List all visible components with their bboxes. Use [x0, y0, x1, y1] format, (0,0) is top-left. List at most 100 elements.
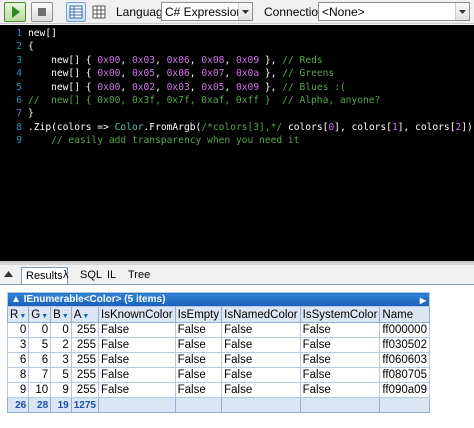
total-cell — [98, 397, 176, 413]
table-cell: False — [221, 367, 301, 383]
table-cell: 10 — [28, 382, 52, 398]
code-line: new[] { 0x00, 0x02, 0x03, 0x05, 0x09 }, … — [28, 81, 346, 93]
table-cell: False — [98, 367, 176, 383]
column-header[interactable]: G▼ — [28, 306, 52, 323]
table-cell: False — [299, 337, 381, 353]
toolbar: Language C# Expression Connection <None> — [0, 0, 474, 24]
table-row: 3 5 2 255 False False False False ff0305… — [6, 337, 430, 353]
tab-tree[interactable]: Tree — [124, 267, 154, 284]
chevron-down-icon — [238, 3, 252, 20]
column-header[interactable]: Name — [379, 306, 430, 323]
column-header[interactable]: R▼ — [6, 306, 30, 323]
table-cell: 8 — [6, 367, 30, 383]
table-cell: False — [221, 382, 301, 398]
line-number: 3 — [16, 54, 22, 66]
table-cell: 9 — [50, 382, 72, 398]
line-number: 4 — [16, 68, 22, 80]
results-panel: ▲ IEnumerable<Color> (5 items) ▶ R▼ G▼ B… — [0, 284, 474, 428]
table-row: 9 10 9 255 False False False False ff090… — [6, 382, 430, 398]
table-row: 0 0 0 255 False False False False ff0000… — [6, 322, 430, 338]
column-header[interactable]: IsEmpty — [174, 306, 223, 323]
code-line: } — [28, 108, 34, 120]
table-cell: False — [174, 322, 223, 338]
totals-row: 26 28 19 1275 — [6, 397, 430, 413]
table-cell: False — [98, 322, 176, 338]
language-select-value: C# Expression — [165, 5, 244, 19]
line-number: 5 — [16, 81, 22, 93]
code-editor[interactable]: 1 2 3 4 5 6 7 8 9 new[] { new[] { 0x00, … — [0, 25, 474, 261]
table-cell: 255 — [70, 367, 100, 383]
tab-lambda[interactable]: λ — [59, 267, 73, 284]
sort-icon: ▼ — [19, 312, 27, 320]
collapse-icon[interactable]: ▲ — [11, 294, 24, 305]
code-text[interactable]: new[] { new[] { 0x00, 0x03, 0x06, 0x08, … — [28, 27, 474, 148]
table-cell: 3 — [6, 337, 30, 353]
connection-label: Connection — [264, 5, 325, 19]
table-cell: False — [98, 382, 176, 398]
run-button[interactable] — [4, 2, 26, 22]
table-row: 6 6 3 255 False False False False ff0606… — [6, 352, 430, 368]
table-cell: 0 — [28, 322, 52, 338]
data-grid-view-button[interactable] — [89, 2, 109, 22]
table-cell: False — [98, 352, 176, 368]
expand-right-icon[interactable]: ▶ — [420, 294, 426, 307]
table-cell: 255 — [70, 337, 100, 353]
column-header[interactable]: B▼ — [50, 306, 72, 323]
connection-select-value: <None> — [322, 5, 365, 19]
total-cell: 28 — [28, 397, 52, 413]
sort-icon: ▼ — [61, 312, 69, 320]
table-cell: False — [174, 352, 223, 368]
total-cell — [174, 397, 223, 413]
table-cell: 2 — [50, 337, 72, 353]
code-line: .Zip(colors => Color.FromArgb(/*colors[3… — [28, 121, 474, 133]
code-line: new[] — [28, 28, 57, 39]
column-header[interactable]: IsSystemColor — [299, 306, 381, 323]
expand-arrow-icon[interactable] — [4, 271, 13, 279]
table-cell: 6 — [28, 352, 52, 368]
code-line: new[] { 0x00, 0x03, 0x06, 0x08, 0x09 }, … — [28, 54, 323, 66]
table-cell: 5 — [28, 337, 52, 353]
column-header[interactable]: A▼ — [70, 306, 100, 323]
language-select[interactable]: C# Expression — [161, 2, 253, 21]
table-cell: False — [299, 322, 381, 338]
data-grid-icon — [92, 5, 106, 19]
tab-sql[interactable]: SQL — [76, 267, 106, 284]
results-tab-bar: Results λ SQL IL Tree — [0, 265, 474, 285]
sort-icon: ▼ — [41, 312, 49, 320]
line-number: 6 — [16, 94, 22, 106]
chevron-down-icon — [455, 3, 469, 20]
stop-icon — [38, 8, 46, 16]
line-number: 2 — [16, 41, 22, 53]
table-cell: False — [299, 352, 381, 368]
results-caption-text: IEnumerable<Color> (5 items) — [23, 294, 166, 305]
results-table: ▲ IEnumerable<Color> (5 items) ▶ R▼ G▼ B… — [6, 292, 430, 413]
stop-button[interactable] — [31, 2, 53, 22]
table-cell: False — [221, 322, 301, 338]
sort-icon: ▼ — [82, 312, 90, 320]
connection-select[interactable]: <None> — [318, 2, 470, 21]
results-caption[interactable]: ▲ IEnumerable<Color> (5 items) ▶ — [7, 292, 430, 307]
tab-il[interactable]: IL — [103, 267, 120, 284]
table-cell: 5 — [50, 367, 72, 383]
total-cell — [299, 397, 381, 413]
table-cell: False — [299, 382, 381, 398]
total-cell: 1275 — [70, 397, 100, 413]
table-cell: False — [174, 337, 223, 353]
table-cell: False — [98, 337, 176, 353]
column-header[interactable]: IsNamedColor — [221, 306, 301, 323]
table-cell: ff080705 — [379, 367, 430, 383]
table-cell: 255 — [70, 322, 100, 338]
table-cell: 255 — [70, 352, 100, 368]
total-cell: 19 — [50, 397, 72, 413]
column-header[interactable]: IsKnownColor — [98, 306, 176, 323]
table-cell: ff090a09 — [379, 382, 430, 398]
table-cell: 7 — [28, 367, 52, 383]
table-cell: False — [221, 352, 301, 368]
results-table-wrap: ▲ IEnumerable<Color> (5 items) ▶ R▼ G▼ B… — [6, 292, 430, 413]
table-cell: 0 — [6, 322, 30, 338]
table-cell: ff060603 — [379, 352, 430, 368]
results-grid-view-button[interactable] — [66, 2, 86, 22]
total-cell — [221, 397, 301, 413]
table-cell: 9 — [6, 382, 30, 398]
table-cell: False — [174, 367, 223, 383]
